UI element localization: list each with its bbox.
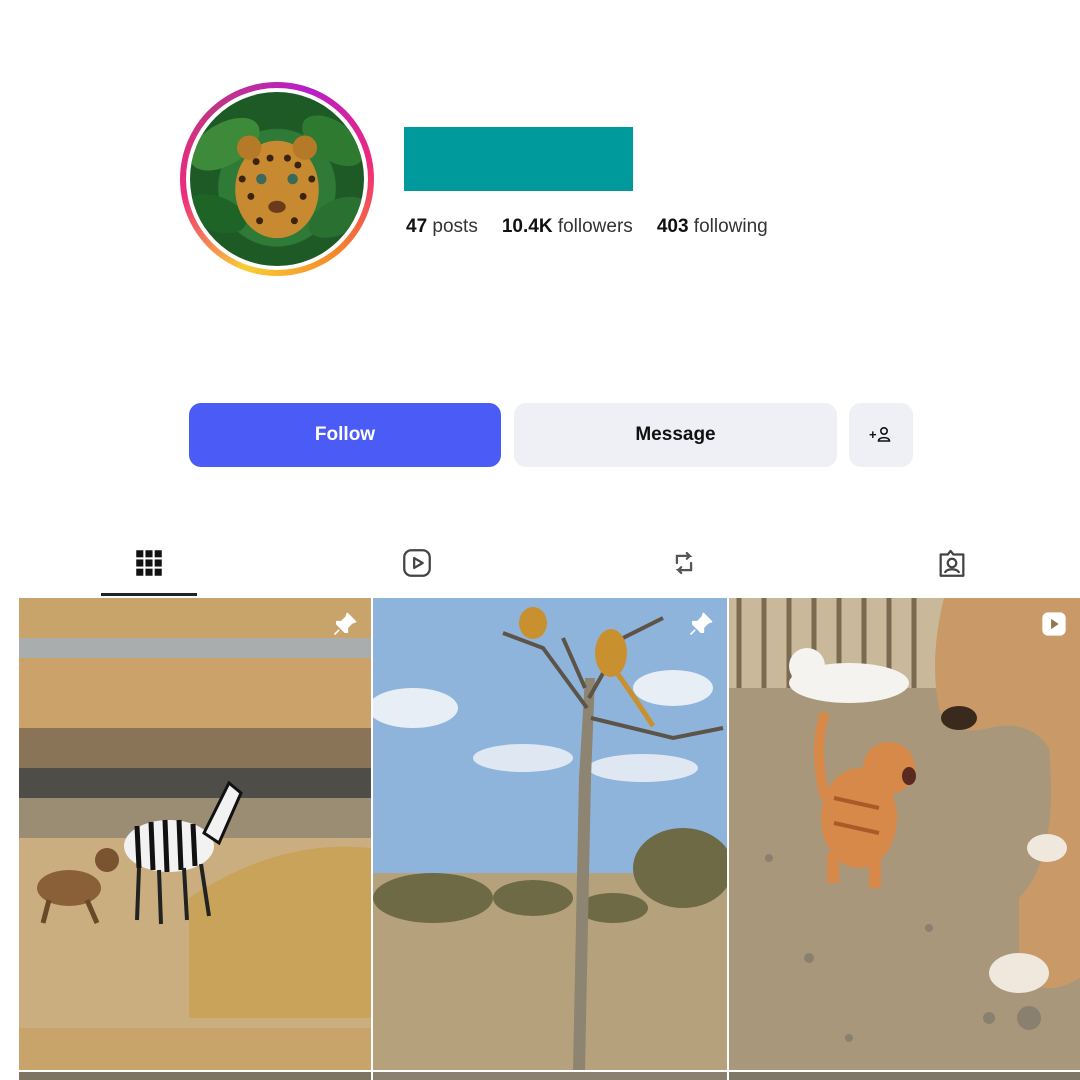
profile-avatar bbox=[190, 92, 364, 266]
profile-avatar-ring[interactable] bbox=[180, 82, 374, 276]
username-redacted bbox=[404, 127, 633, 191]
tab-tagged[interactable] bbox=[904, 530, 1000, 596]
reels-icon bbox=[403, 549, 431, 577]
tab-posts[interactable] bbox=[101, 530, 197, 596]
tagged-icon bbox=[939, 549, 965, 577]
kitten-dog-image bbox=[729, 598, 1080, 1070]
message-button[interactable]: Message bbox=[514, 403, 837, 467]
leopard-avatar-icon bbox=[190, 115, 364, 239]
following-label: following bbox=[693, 216, 768, 237]
following-count: 403 bbox=[656, 216, 689, 237]
follow-button[interactable]: Follow bbox=[189, 403, 501, 467]
add-user-icon: + bbox=[869, 427, 891, 442]
tab-reels[interactable] bbox=[369, 530, 465, 596]
profile-stats: 47 posts 10.4K followers 403 following bbox=[406, 216, 768, 238]
reposts-icon bbox=[675, 551, 693, 575]
hyena-zebra-image bbox=[19, 598, 371, 1070]
posts-grid bbox=[19, 598, 1080, 1080]
post-tile-3[interactable] bbox=[729, 598, 1080, 1070]
svg-text:+: + bbox=[869, 427, 877, 442]
leopards-tree-image bbox=[373, 598, 727, 1070]
pinned-badge bbox=[687, 610, 715, 638]
posts-stat[interactable]: 47 posts bbox=[406, 216, 478, 238]
post-tile-6[interactable] bbox=[729, 1072, 1080, 1080]
followers-stat[interactable]: 10.4K followers bbox=[502, 216, 633, 238]
post-tile-2[interactable] bbox=[373, 598, 727, 1070]
following-stat[interactable]: 403 following bbox=[657, 216, 768, 238]
suggest-users-button[interactable]: + bbox=[849, 403, 913, 467]
posts-count: 47 bbox=[406, 216, 428, 237]
post-tile-5[interactable] bbox=[373, 1072, 727, 1080]
post-tile-4[interactable] bbox=[19, 1072, 371, 1080]
pinned-badge bbox=[331, 610, 359, 638]
grid-icon bbox=[136, 550, 162, 576]
reel-icon bbox=[1042, 612, 1066, 636]
followers-count: 10.4K bbox=[501, 216, 553, 237]
posts-label: posts bbox=[432, 216, 478, 237]
pin-icon bbox=[333, 612, 357, 636]
post-tile-1[interactable] bbox=[19, 598, 371, 1070]
pin-icon bbox=[689, 612, 713, 636]
followers-label: followers bbox=[557, 216, 633, 237]
tab-reposts[interactable] bbox=[636, 530, 732, 596]
reel-badge bbox=[1040, 610, 1068, 638]
profile-tabs bbox=[0, 530, 1080, 598]
